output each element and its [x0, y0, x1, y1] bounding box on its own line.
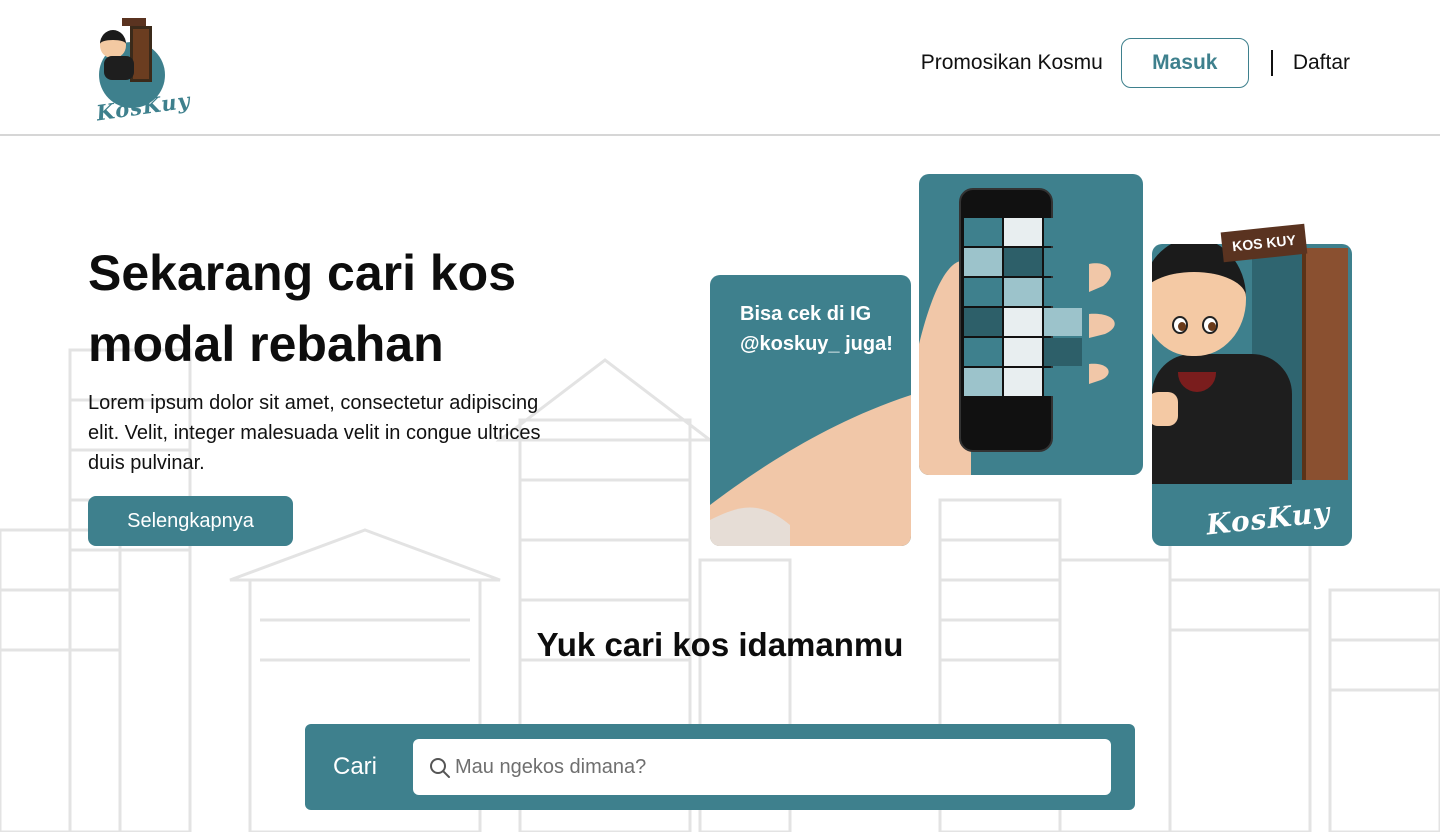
- phone-mockup-card: [919, 174, 1143, 475]
- logo-sign: [122, 18, 146, 26]
- more-info-button[interactable]: Selengkapnya: [88, 496, 293, 546]
- search-bar: Cari: [305, 724, 1135, 810]
- koskuy-logo[interactable]: KosKuy: [92, 18, 192, 125]
- instagram-grid-preview: [964, 218, 1082, 396]
- nav-divider: [1270, 50, 1273, 76]
- site-header: KosKuy Promosikan Kosmu Masuk Daftar: [0, 0, 1440, 136]
- hero-description: Lorem ipsum dolor sit amet, consectetur …: [88, 392, 541, 474]
- door-illustration: [1302, 248, 1348, 480]
- phone-mockup: [959, 188, 1082, 452]
- search-heading: Yuk cari kos idamanmu: [536, 626, 904, 663]
- mascot-eye-left: [1172, 316, 1188, 334]
- login-button[interactable]: Masuk: [1120, 38, 1249, 88]
- thumbs-up-hand: [1152, 392, 1178, 426]
- search-icon: [430, 758, 450, 778]
- instagram-promo-text: Bisa cek di IG @koskuy_ juga!: [740, 303, 893, 355]
- instagram-promo-card: Bisa cek di IG @koskuy_ juga!: [710, 275, 911, 546]
- main-nav: Promosikan Kosmu Masuk Daftar: [921, 38, 1350, 88]
- search-label: Cari: [333, 753, 378, 780]
- logo-mascot-head: [100, 30, 126, 58]
- search-input[interactable]: [455, 739, 1095, 795]
- hero-title: Sekarang cari kos modal rebahan: [88, 245, 517, 372]
- logo-mascot-body: [104, 56, 134, 80]
- promote-kos-link[interactable]: Promosikan Kosmu: [921, 51, 1103, 75]
- mascot-eye-right: [1202, 316, 1218, 334]
- register-link[interactable]: Daftar: [1293, 51, 1350, 75]
- mascot-card-logo: KosKuy: [1204, 495, 1332, 542]
- search-field[interactable]: [413, 739, 1111, 795]
- mascot-card: KosKuy: [1152, 244, 1352, 546]
